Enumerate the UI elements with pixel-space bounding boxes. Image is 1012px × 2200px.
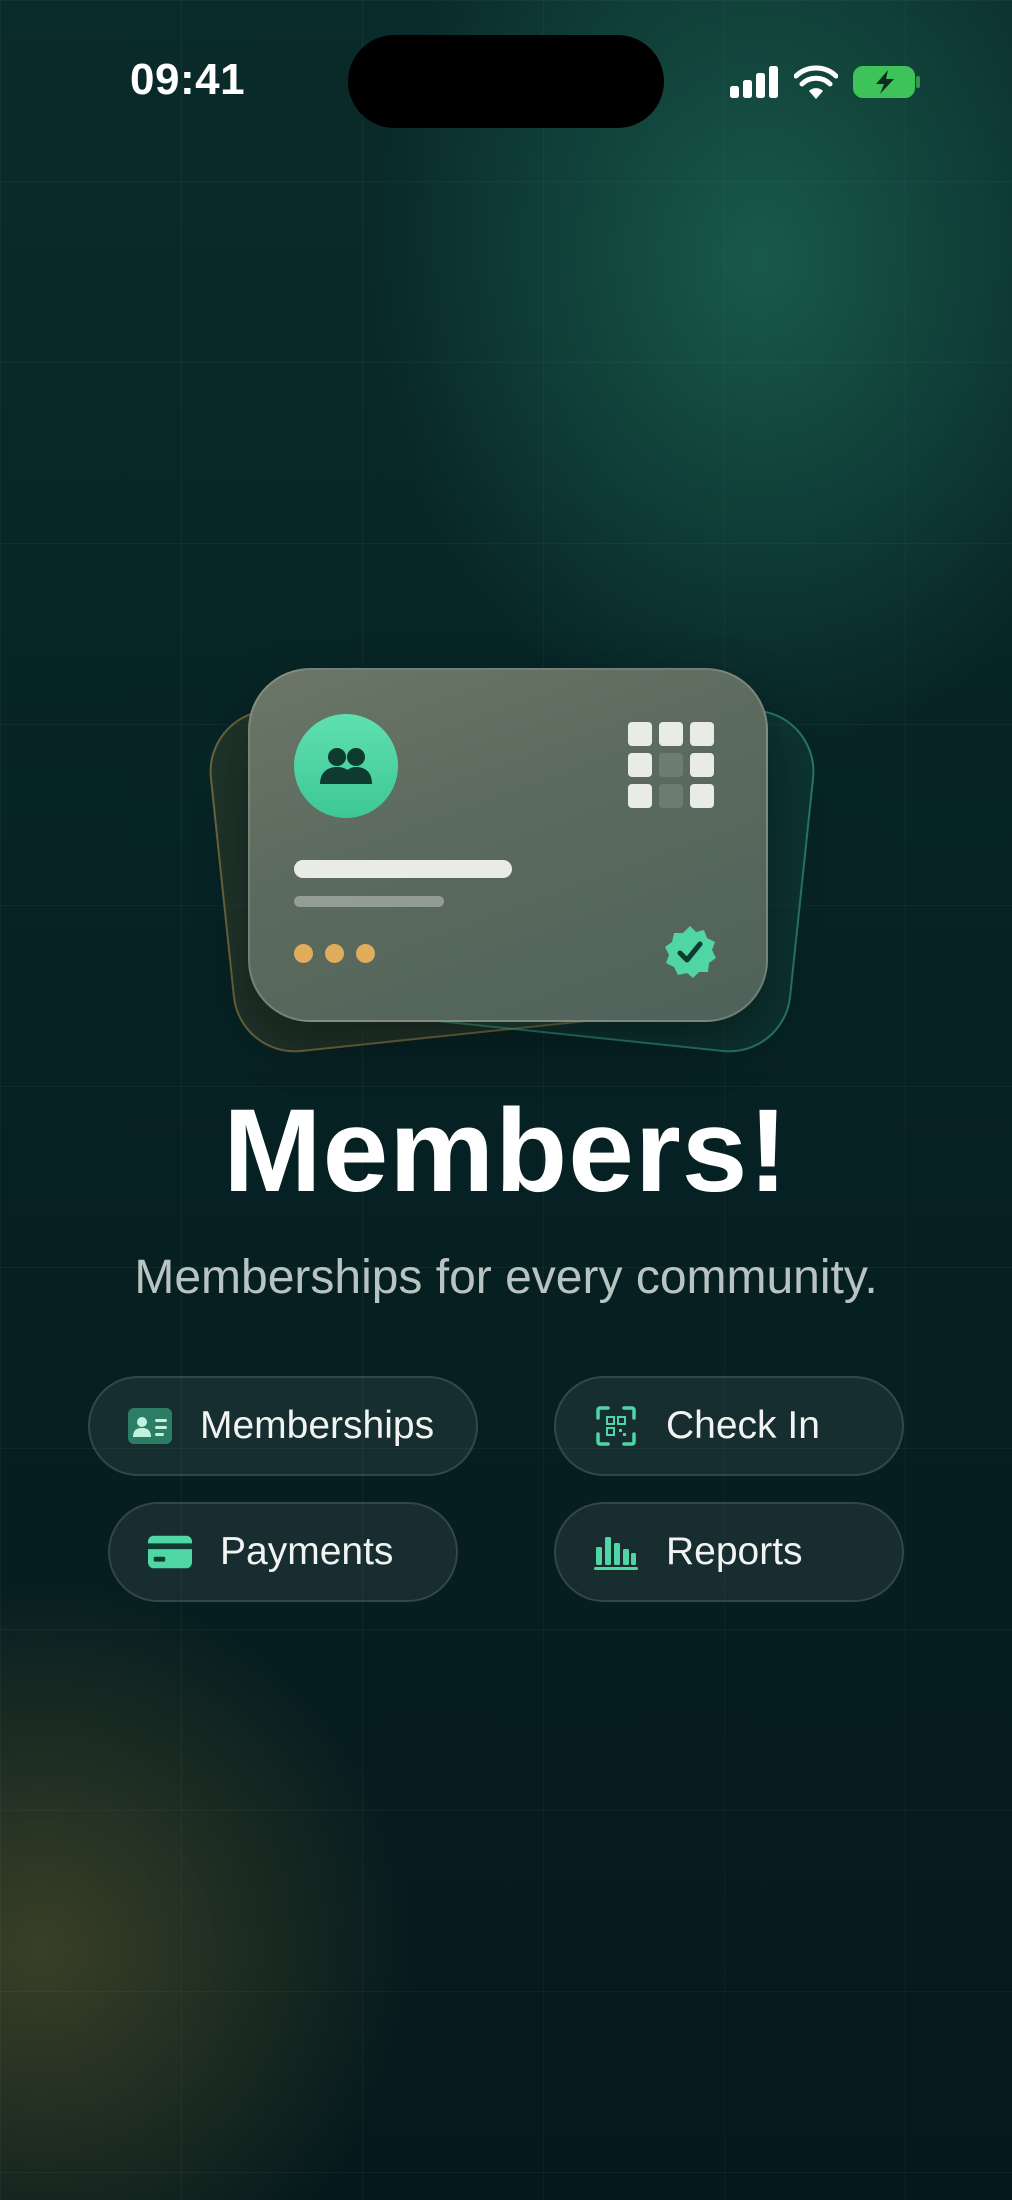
app-subtitle: Memberships for every community. [134, 1251, 878, 1304]
qr-code-icon [628, 722, 718, 812]
avatar [294, 714, 398, 818]
detail-placeholder-line [294, 896, 444, 907]
status-icons [728, 62, 922, 102]
wifi-icon [794, 65, 838, 99]
dots-indicator [294, 944, 375, 963]
credit-card-icon [148, 1530, 192, 1574]
dynamic-island [348, 35, 664, 128]
memberships-button[interactable]: Memberships [88, 1376, 478, 1476]
id-card-icon [128, 1404, 172, 1448]
bar-chart-icon [594, 1530, 638, 1574]
reports-button[interactable]: Reports [554, 1502, 904, 1602]
check-in-button[interactable]: Check In [554, 1376, 904, 1476]
hero-illustration [200, 650, 821, 1080]
status-time: 09:41 [130, 55, 246, 104]
payments-button[interactable]: Payments [108, 1502, 458, 1602]
reports-label: Reports [666, 1530, 803, 1573]
check-in-label: Check In [666, 1404, 820, 1447]
verified-badge-icon [665, 926, 716, 978]
payments-label: Payments [220, 1530, 394, 1573]
welcome-screen: 09:41 Members! Memberships for every com… [0, 0, 1012, 2200]
people-icon [320, 748, 372, 784]
qr-scan-icon [594, 1404, 638, 1448]
name-placeholder-line [294, 860, 512, 878]
memberships-label: Memberships [200, 1404, 435, 1447]
app-title: Members! [223, 1085, 789, 1217]
membership-card [248, 668, 768, 1022]
cellular-signal-icon [730, 66, 778, 98]
battery-charging-icon [853, 66, 920, 98]
